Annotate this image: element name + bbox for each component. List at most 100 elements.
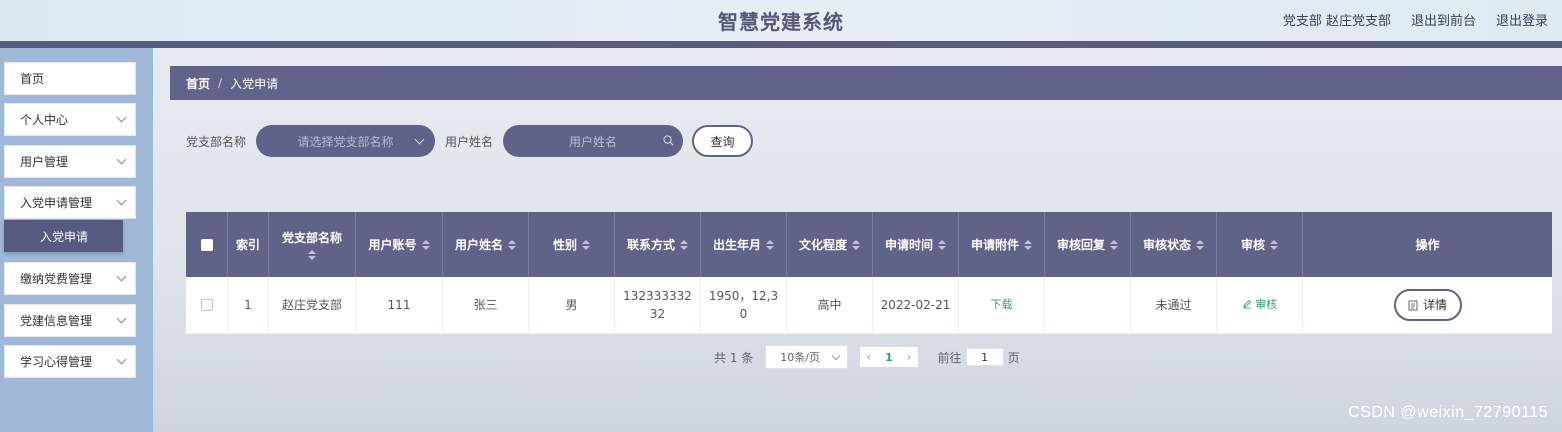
cell-account: 111 xyxy=(356,277,443,334)
breadcrumb-separator: / xyxy=(218,76,223,90)
download-link[interactable]: 下载 xyxy=(991,296,1013,314)
page-list: ‹ 1 › xyxy=(860,347,918,367)
chevron-down-icon xyxy=(414,134,425,145)
sort-icon[interactable] xyxy=(1110,239,1118,250)
query-button[interactable]: 查询 xyxy=(692,125,754,157)
edit-icon xyxy=(1243,299,1251,309)
header-account[interactable]: 用户账号 xyxy=(356,212,443,277)
sidebar-subitem-application[interactable]: 入党申请 xyxy=(4,220,123,252)
chevron-down-icon xyxy=(116,354,127,365)
page-jump: 前往 1 页 xyxy=(938,348,1020,366)
birth-line-1: 1950，12,3 xyxy=(708,289,779,303)
branch-select[interactable]: 请选择党支部名称 xyxy=(256,125,436,157)
cell-education: 高中 xyxy=(787,277,873,334)
watermark: CSDN @weixin_72790115 xyxy=(1348,404,1548,421)
header-review[interactable]: 审核 xyxy=(1217,212,1303,277)
name-label: 用户姓名 xyxy=(445,134,494,149)
document-icon xyxy=(1408,300,1418,310)
sort-icon[interactable] xyxy=(582,239,590,250)
sidebar-item-info-management[interactable]: 党建信息管理 xyxy=(4,304,136,337)
cell-phone: 132333332 32 xyxy=(615,277,701,334)
sort-icon[interactable] xyxy=(421,239,430,250)
cell-birth: 1950，12,3 0 xyxy=(701,277,787,334)
goto-suffix: 页 xyxy=(1007,350,1020,365)
header-apply-time[interactable]: 申请时间 xyxy=(873,212,959,277)
goto-input[interactable]: 1 xyxy=(965,348,1004,366)
header-phone[interactable]: 联系方式 xyxy=(615,212,701,277)
sort-icon[interactable] xyxy=(938,239,946,250)
sidebar-subitem-label: 入党申请 xyxy=(40,229,89,244)
chevron-down-icon xyxy=(116,313,127,324)
header-attachment[interactable]: 申请附件 xyxy=(959,212,1045,277)
name-input-placeholder: 用户姓名 xyxy=(569,134,618,149)
header-branch[interactable]: 党支部名称 xyxy=(269,212,356,277)
sidebar-item-application-management[interactable]: 入党申请管理 xyxy=(4,186,136,219)
sort-icon[interactable] xyxy=(508,239,516,250)
sidebar-item-label: 个人中心 xyxy=(20,113,69,127)
header-reply[interactable]: 审核回复 xyxy=(1045,212,1131,277)
checkbox[interactable] xyxy=(200,238,213,251)
review-link[interactable]: 审核 xyxy=(1242,296,1278,314)
header-actions: 操作 xyxy=(1415,238,1440,252)
chevron-down-icon xyxy=(116,154,127,165)
header-actions: 党支部 赵庄党支部 退出到前台 退出登录 xyxy=(1283,10,1548,29)
search-bar: 党支部名称 请选择党支部名称 用户姓名 用户姓名 查询 xyxy=(186,125,754,157)
name-input[interactable]: 用户姓名 xyxy=(503,125,684,157)
query-button-label: 查询 xyxy=(710,134,735,149)
next-page-icon[interactable]: › xyxy=(907,350,912,364)
cell-branch: 赵庄党支部 xyxy=(269,277,356,334)
birth-line-2: 0 xyxy=(739,307,748,321)
sidebar-item-study-management[interactable]: 学习心得管理 xyxy=(4,345,136,378)
review-link-label: 审核 xyxy=(1255,298,1278,311)
sidebar-item-personal-center[interactable]: 个人中心 xyxy=(4,103,136,136)
row-select[interactable] xyxy=(186,277,228,334)
sort-icon[interactable] xyxy=(1024,239,1032,250)
sort-icon[interactable] xyxy=(308,250,316,260)
header-divider xyxy=(0,41,1562,48)
header-status[interactable]: 审核状态 xyxy=(1131,212,1217,277)
sidebar-item-home[interactable]: 首页 xyxy=(4,62,136,95)
sort-icon[interactable] xyxy=(1270,239,1278,250)
detail-button[interactable]: 详情 xyxy=(1393,289,1462,321)
chevron-down-icon xyxy=(116,271,127,282)
header-gender[interactable]: 性别 xyxy=(529,212,615,277)
sidebar-item-label: 学习心得管理 xyxy=(20,355,93,369)
chevron-down-icon xyxy=(832,351,841,361)
cell-name: 张三 xyxy=(443,277,529,334)
chevron-down-icon xyxy=(116,195,127,206)
table-header: 索引 党支部名称 用户账号 用户姓名 性别 联系方式 出生年月 文化程度 申请时… xyxy=(186,212,1552,277)
sidebar-item-label: 入党申请管理 xyxy=(20,196,93,210)
table-row: 1 赵庄党支部 111 张三 男 132333332 32 1950，12,3 … xyxy=(186,277,1552,334)
header-index: 索引 xyxy=(228,212,269,277)
page-number-current[interactable]: 1 xyxy=(885,351,893,364)
goto-prefix: 前往 xyxy=(937,350,962,365)
sort-icon[interactable] xyxy=(680,239,688,250)
breadcrumb-home[interactable]: 首页 xyxy=(186,75,210,92)
sidebar-item-label: 首页 xyxy=(20,72,45,86)
cell-apply-time: 2022-02-21 xyxy=(873,277,959,334)
exit-to-front-link[interactable]: 退出到前台 xyxy=(1411,10,1476,29)
prev-page-icon[interactable]: ‹ xyxy=(866,350,871,364)
breadcrumb: 首页 / 入党申请 xyxy=(170,66,1562,100)
breadcrumb-current: 入党申请 xyxy=(230,76,279,91)
detail-button-label: 详情 xyxy=(1422,298,1447,312)
cell-index: 1 xyxy=(228,277,269,334)
sidebar-item-dues-management[interactable]: 缴纳党费管理 xyxy=(4,262,136,295)
page-size-select[interactable]: 10条/页 xyxy=(765,345,849,369)
logout-link[interactable]: 退出登录 xyxy=(1496,10,1548,29)
sidebar-item-user-management[interactable]: 用户管理 xyxy=(4,145,136,178)
cell-attachment: 下载 xyxy=(959,277,1045,334)
phone-line-2: 32 xyxy=(649,307,666,321)
header-name[interactable]: 用户姓名 xyxy=(443,212,529,277)
sidebar-item-label: 党建信息管理 xyxy=(20,314,93,328)
chevron-down-icon xyxy=(116,112,127,123)
cell-gender: 男 xyxy=(529,277,615,334)
header-education[interactable]: 文化程度 xyxy=(787,212,873,277)
header-select-all[interactable] xyxy=(186,212,228,277)
header-birth[interactable]: 出生年月 xyxy=(701,212,787,277)
sort-icon[interactable] xyxy=(1196,239,1204,250)
branch-select-placeholder: 请选择党支部名称 xyxy=(297,134,394,149)
checkbox[interactable] xyxy=(200,299,213,311)
sort-icon[interactable] xyxy=(852,239,860,250)
sort-icon[interactable] xyxy=(766,239,774,250)
